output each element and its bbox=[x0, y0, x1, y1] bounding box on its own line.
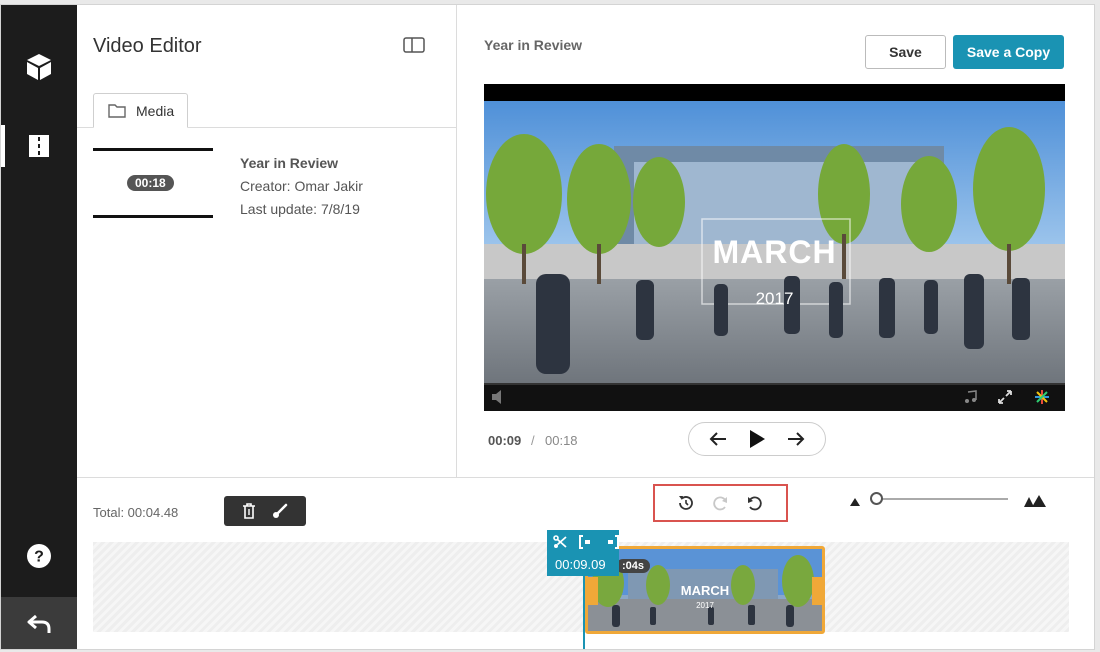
help-icon: ? bbox=[27, 544, 51, 568]
redo-icon bbox=[713, 496, 728, 511]
undo-button[interactable] bbox=[746, 495, 764, 511]
redo-button[interactable] bbox=[711, 495, 729, 511]
clip-overlay-title: MARCH bbox=[680, 583, 730, 598]
video-controls-bar bbox=[484, 383, 1065, 411]
video-progress-track[interactable] bbox=[484, 383, 1065, 385]
music-note-icon[interactable] bbox=[964, 390, 978, 404]
zoom-slider-track[interactable] bbox=[873, 498, 1008, 500]
current-time: 00:09 bbox=[488, 433, 522, 448]
revert-button[interactable] bbox=[677, 494, 695, 512]
transport-controls bbox=[688, 422, 826, 456]
delete-clip-button[interactable] bbox=[242, 503, 256, 519]
left-rail: ? bbox=[1, 5, 77, 649]
media-updated: Last update: 7/8/19 bbox=[240, 201, 360, 217]
back-arrow-icon bbox=[27, 614, 51, 633]
media-item[interactable]: 00:18 Year in Review Creator: Omar Jakir… bbox=[93, 148, 393, 218]
timeline-clip[interactable]: MARCH 2017 :04s bbox=[585, 546, 825, 634]
media-thumbnail: 00:18 bbox=[93, 148, 213, 218]
zoom-out-icon[interactable] bbox=[849, 497, 861, 507]
video-overlay-title: MARCH bbox=[712, 234, 837, 270]
fullscreen-icon[interactable] bbox=[997, 389, 1013, 405]
media-meta: Year in Review Creator: Omar Jakir Last … bbox=[240, 152, 363, 221]
step-forward-button[interactable] bbox=[787, 432, 805, 446]
save-copy-button[interactable]: Save a Copy bbox=[953, 35, 1064, 69]
undo-icon bbox=[747, 496, 762, 511]
media-creator: Creator: Omar Jakir bbox=[240, 178, 363, 194]
playhead[interactable]: 00:09.09 bbox=[547, 530, 619, 576]
timeline-area: Total: 00:04.48 MARCH 2017:04s 00:09.09 bbox=[77, 477, 1094, 649]
volume-icon[interactable] bbox=[492, 390, 502, 404]
media-title: Year in Review bbox=[240, 155, 339, 171]
video-editor-app: ? Video Editor Media 00:18 Year in Revie… bbox=[0, 4, 1095, 650]
clip-duration-badge: :04s bbox=[616, 559, 651, 573]
brush-icon bbox=[273, 503, 288, 518]
editor-icon bbox=[29, 135, 49, 157]
clip-overlay-year: 2017 bbox=[696, 601, 714, 610]
history-controls bbox=[653, 484, 788, 522]
play-icon bbox=[749, 430, 765, 448]
panel-title: Video Editor bbox=[93, 35, 202, 57]
clip-trim-start-handle[interactable] bbox=[588, 577, 598, 605]
svg-text:?: ? bbox=[34, 549, 44, 566]
tab-media[interactable]: Media bbox=[93, 93, 188, 128]
time-separator: / bbox=[531, 433, 535, 448]
edit-clip-button[interactable] bbox=[272, 503, 288, 519]
zoom-in-icon[interactable] bbox=[1023, 494, 1047, 508]
arrow-right-icon bbox=[787, 432, 805, 446]
trim-end-icon[interactable] bbox=[605, 535, 619, 549]
video-overlay-year: 2017 bbox=[755, 289, 794, 308]
cube-nav-button[interactable] bbox=[1, 47, 77, 87]
play-button[interactable] bbox=[748, 429, 766, 449]
media-panel: Video Editor Media 00:18 Year in Review … bbox=[77, 5, 457, 477]
total-duration: 00:18 bbox=[545, 433, 578, 448]
cube-icon bbox=[27, 54, 51, 80]
total-length: Total: 00:04.48 bbox=[93, 505, 179, 520]
zoom-slider-handle[interactable] bbox=[870, 492, 883, 505]
media-duration: 00:18 bbox=[127, 175, 174, 191]
save-button[interactable]: Save bbox=[865, 35, 946, 69]
clip-trim-end-handle[interactable] bbox=[812, 577, 822, 605]
editor-nav-button[interactable] bbox=[1, 125, 77, 167]
tab-media-label: Media bbox=[136, 102, 175, 119]
playhead-time: 00:09.09 bbox=[555, 557, 606, 572]
panel-toggle-icon[interactable] bbox=[403, 37, 425, 53]
video-player[interactable]: MARCH 2017 bbox=[484, 84, 1065, 411]
trim-start-icon[interactable] bbox=[579, 535, 593, 549]
back-button[interactable] bbox=[1, 597, 77, 649]
history-icon bbox=[679, 496, 694, 510]
trash-icon bbox=[243, 503, 255, 519]
step-back-button[interactable] bbox=[709, 432, 727, 446]
playhead-line[interactable] bbox=[583, 574, 585, 649]
arrow-left-icon bbox=[709, 432, 727, 446]
clip-toolbar bbox=[224, 496, 306, 526]
folder-icon bbox=[108, 104, 126, 118]
player-logo-icon[interactable] bbox=[1034, 389, 1050, 405]
preview-title: Year in Review bbox=[484, 37, 583, 53]
help-button[interactable]: ? bbox=[1, 538, 77, 574]
cut-icon[interactable] bbox=[553, 535, 567, 549]
